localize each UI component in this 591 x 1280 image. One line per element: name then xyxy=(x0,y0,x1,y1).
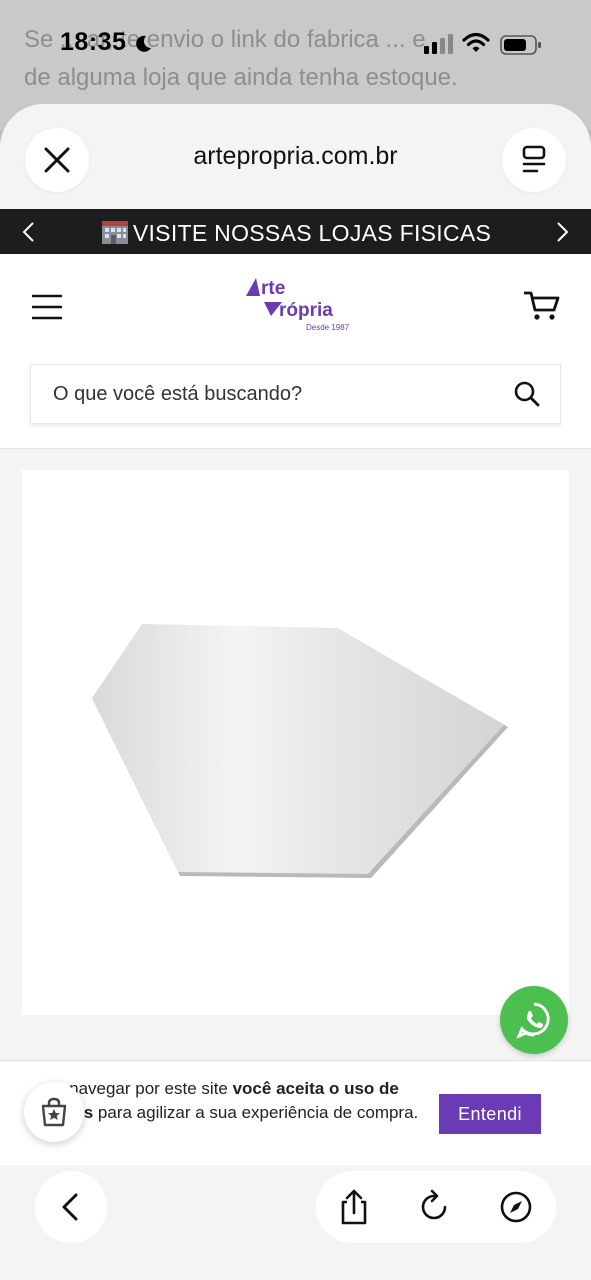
whatsapp-button[interactable] xyxy=(500,986,568,1054)
page-menu-icon xyxy=(522,145,546,173)
back-button[interactable] xyxy=(35,1171,107,1243)
store-badge[interactable] xyxy=(24,1082,84,1142)
site-header: rte rópria Desde 1987 O que você está bu… xyxy=(0,254,591,449)
browser-sheet: artepropria.com.br VISITE NOSSAS LOJAS F… xyxy=(0,104,591,1280)
promo-label: VISITE NOSSAS LOJAS FISICAS xyxy=(132,220,492,246)
product-section xyxy=(0,450,591,1060)
page-menu-button[interactable] xyxy=(502,128,566,192)
product-image[interactable] xyxy=(22,470,569,1015)
cart-icon[interactable] xyxy=(524,290,560,322)
logo-text-line2: rópria xyxy=(279,300,333,321)
signal-icon xyxy=(424,34,453,54)
share-icon[interactable] xyxy=(336,1189,372,1225)
hamburger-menu-icon[interactable] xyxy=(32,294,62,320)
wifi-icon xyxy=(462,32,490,52)
promo-bar: VISITE NOSSAS LOJAS FISICAS xyxy=(0,209,591,254)
logo-tagline: Desde 1987 xyxy=(306,323,350,332)
search-input[interactable]: O que você está buscando? xyxy=(53,383,302,406)
cookie-text-part: para agilizar a sua experiência de compr… xyxy=(93,1103,419,1122)
logo-text-line1: rte xyxy=(261,278,285,299)
status-bar: 18:35 xyxy=(0,20,591,68)
status-time: 18:35 xyxy=(60,28,127,56)
chevron-right-icon[interactable] xyxy=(553,222,571,242)
toolbar-actions xyxy=(316,1171,556,1243)
browser-header: artepropria.com.br xyxy=(0,104,591,209)
cookie-text: navegar por este site você aceita o uso … xyxy=(44,1077,424,1125)
promo-text-wrap[interactable]: VISITE NOSSAS LOJAS FISICAS xyxy=(0,219,591,247)
search-box[interactable]: O que você está buscando? xyxy=(30,364,561,424)
reload-icon[interactable] xyxy=(416,1189,452,1225)
browser-toolbar xyxy=(0,1165,591,1280)
moon-icon xyxy=(136,35,151,52)
chevron-left-icon xyxy=(62,1193,78,1221)
battery-icon xyxy=(500,35,541,55)
background-chat-line: de alguma loja que ainda tenha estoque. xyxy=(24,64,458,91)
accept-cookies-button[interactable]: Entendi xyxy=(439,1094,541,1134)
hexagonal-mirror-image xyxy=(92,624,508,878)
site-logo[interactable]: rte rópria Desde 1987 xyxy=(244,276,359,334)
whatsapp-icon xyxy=(516,1002,550,1039)
cookie-banner: navegar por este site você aceita o uso … xyxy=(0,1060,591,1165)
search-icon[interactable] xyxy=(513,380,541,408)
cookie-text-part: navegar por este site xyxy=(69,1079,233,1098)
compass-icon[interactable] xyxy=(498,1189,534,1225)
store-icon xyxy=(101,221,128,244)
cookie-text-bold: você aceita o uso de xyxy=(232,1079,399,1098)
shopping-bag-star-icon xyxy=(41,1097,67,1127)
